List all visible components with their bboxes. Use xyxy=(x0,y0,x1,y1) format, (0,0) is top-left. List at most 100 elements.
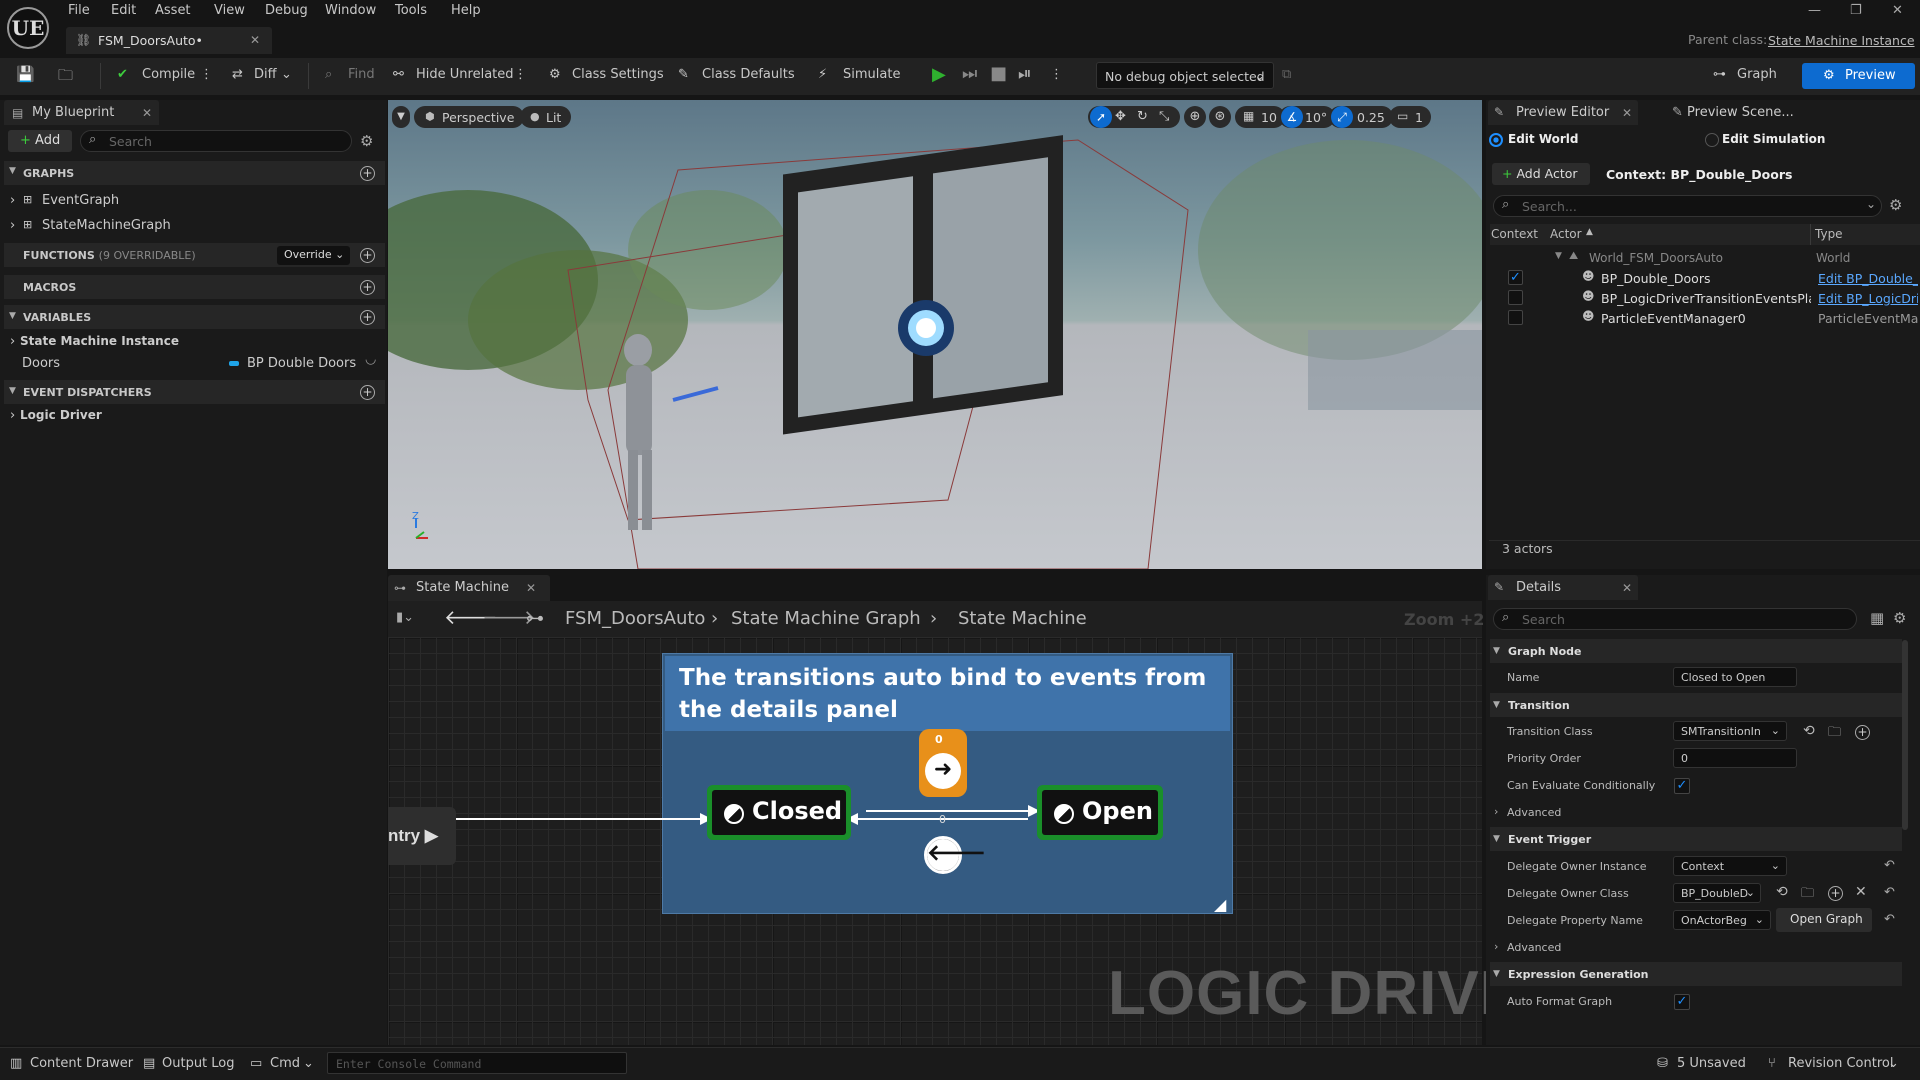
class-settings-button[interactable]: Class Settings xyxy=(572,67,664,82)
close-tab-icon[interactable]: ✕ xyxy=(526,581,536,595)
breadcrumb-graph[interactable]: State Machine Graph xyxy=(731,608,921,629)
variable-visibility-icon[interactable]: ◡ xyxy=(365,352,376,367)
clear-icon[interactable]: ✕ xyxy=(1855,884,1867,900)
debug-filter-icon[interactable]: ⧉ xyxy=(1282,67,1291,82)
rotate-tool-icon[interactable]: ↻ xyxy=(1137,109,1148,124)
output-log-button[interactable]: Output Log xyxy=(162,1056,235,1071)
graph-mode-button[interactable]: Graph xyxy=(1737,67,1777,82)
world-local-icon[interactable]: ⊕ xyxy=(1184,106,1206,128)
unsaved-button[interactable]: 5 Unsaved xyxy=(1677,1056,1746,1071)
chevron-down-icon[interactable]: ⌄ xyxy=(303,1056,314,1071)
class-defaults-button[interactable]: Class Defaults xyxy=(702,67,795,82)
details-scrollbar[interactable] xyxy=(1902,640,1908,830)
chevron-down-icon[interactable]: ⌄ xyxy=(1888,1056,1899,1071)
viewport-menu-icon[interactable]: ▼ xyxy=(392,106,410,128)
simulate-button[interactable]: Simulate xyxy=(843,67,900,82)
reset-icon[interactable]: ↶ xyxy=(1884,858,1895,873)
close-window-icon[interactable]: ✕ xyxy=(1892,3,1903,18)
edit-world-radio[interactable] xyxy=(1489,133,1503,147)
can-evaluate-checkbox[interactable]: ✓ xyxy=(1674,778,1690,794)
collapse-arrow-icon[interactable]: ▼ xyxy=(1493,969,1500,979)
delegate-owner-class-dropdown[interactable]: BP_DoubleD ⌄ xyxy=(1673,883,1761,903)
minimize-icon[interactable]: — xyxy=(1808,3,1821,18)
column-context[interactable]: Context xyxy=(1491,227,1538,241)
menu-tools[interactable]: Tools xyxy=(395,3,427,21)
close-tab-icon[interactable]: ✕ xyxy=(1622,581,1632,595)
chevron-down-icon[interactable]: ⌄ xyxy=(1866,197,1876,211)
unreal-logo-icon[interactable]: UE xyxy=(7,7,49,49)
world-row-name[interactable]: World_FSM_DoorsAuto xyxy=(1589,251,1723,265)
new-class-icon[interactable]: + xyxy=(1828,886,1843,901)
browse-icon[interactable]: 🗀 xyxy=(58,65,73,90)
column-type[interactable]: Type xyxy=(1815,227,1843,241)
graphs-section-header[interactable]: GRAPHS xyxy=(4,161,385,185)
delegate-owner-instance-dropdown[interactable]: Context ⌄ xyxy=(1673,856,1787,876)
camera-speed-button[interactable]: 1 xyxy=(1389,106,1431,128)
move-tool-icon[interactable]: ✥ xyxy=(1115,109,1126,124)
expand-arrow-icon[interactable]: › xyxy=(10,334,15,349)
actor-context-checkbox[interactable] xyxy=(1508,310,1523,325)
macros-section-header[interactable]: MACROS xyxy=(4,275,385,299)
gear-icon[interactable]: ⚙ xyxy=(1893,609,1906,627)
add-event-dispatcher-icon[interactable]: + xyxy=(360,385,375,400)
graph-node-section-header[interactable]: Graph Node xyxy=(1490,639,1902,663)
collapse-arrow-icon[interactable]: ▼ xyxy=(1493,834,1500,844)
add-macro-icon[interactable]: + xyxy=(360,280,375,295)
transition-section-header[interactable]: Transition xyxy=(1490,693,1902,717)
add-variable-icon[interactable]: + xyxy=(360,310,375,325)
compile-options-icon[interactable]: ⋮ xyxy=(200,67,213,82)
select-tool-icon[interactable]: ➚ xyxy=(1090,106,1112,128)
breadcrumb-state-machine[interactable]: State Machine xyxy=(958,608,1087,629)
variable-type[interactable]: BP Double Doors xyxy=(247,356,356,371)
auto-format-checkbox[interactable]: ✓ xyxy=(1674,994,1690,1010)
menu-view[interactable]: View xyxy=(214,3,245,21)
edit-simulation-radio[interactable] xyxy=(1705,133,1719,147)
event-dispatchers-section-header[interactable]: EVENT DISPATCHERS xyxy=(4,380,385,404)
expand-arrow-icon[interactable]: › xyxy=(10,193,15,208)
content-drawer-button[interactable]: Content Drawer xyxy=(30,1056,133,1071)
actor-context-checkbox[interactable] xyxy=(1508,290,1523,305)
browse-folder-icon[interactable]: 🗀 xyxy=(1801,884,1814,906)
play-options-icon[interactable]: ⏯ xyxy=(1018,64,1032,84)
column-actor[interactable]: Actor xyxy=(1550,227,1582,241)
add-graph-icon[interactable]: + xyxy=(360,166,375,181)
lit-button[interactable]: Lit xyxy=(520,106,572,128)
override-dropdown[interactable]: Override ⌄ xyxy=(277,246,350,265)
actor-row-name[interactable]: BP_LogicDriverTransitionEventsPlay xyxy=(1601,291,1811,306)
advanced-row[interactable]: Advanced xyxy=(1507,806,1561,819)
advanced-row[interactable]: Advanced xyxy=(1507,941,1561,954)
close-tab-icon[interactable]: ✕ xyxy=(250,33,260,47)
collapse-arrow-icon[interactable]: ▼ xyxy=(1555,251,1562,261)
details-search-input[interactable]: Search xyxy=(1493,608,1857,630)
hide-unrelated-options-icon[interactable]: ⋮ xyxy=(514,67,527,82)
table-view-icon[interactable]: ▦ xyxy=(1870,609,1884,627)
use-selected-icon[interactable]: ⟲ xyxy=(1803,723,1815,739)
scale-tool-icon[interactable]: ⤡ xyxy=(1159,109,1169,124)
open-graph-button[interactable]: Open Graph xyxy=(1776,908,1872,932)
compile-button[interactable]: Compile xyxy=(142,67,195,82)
preview-scene-tab[interactable]: ✎ Preview Scene... xyxy=(1672,105,1794,120)
entry-node[interactable]: ntry ▶ xyxy=(388,807,456,865)
menu-edit[interactable]: Edit xyxy=(111,3,136,21)
save-icon[interactable]: 💾 xyxy=(16,65,35,83)
hide-unrelated-button[interactable]: Hide Unrelated xyxy=(416,67,514,82)
add-button[interactable]: + Add xyxy=(8,130,72,152)
browse-folder-icon[interactable]: 🗀 xyxy=(1828,723,1841,745)
stop-icon[interactable]: ■ xyxy=(990,63,1007,84)
preview-viewport[interactable]: Z ▼ Perspective ⬢ Lit ● ➚ ✥ ↻ ⤡ ⊕ ⊛ 10 ▦… xyxy=(388,100,1482,569)
actor-search-input[interactable]: Search... xyxy=(1493,195,1882,217)
surface-snap-icon[interactable]: ⊛ xyxy=(1209,106,1231,128)
graph-item-statemachinegraph[interactable]: StateMachineGraph xyxy=(42,218,171,233)
new-class-icon[interactable]: + xyxy=(1855,725,1870,740)
event-trigger-section-header[interactable]: Event Trigger xyxy=(1490,827,1902,851)
expression-generation-section-header[interactable]: Expression Generation xyxy=(1490,962,1902,986)
menu-help[interactable]: Help xyxy=(451,3,481,21)
console-command-input[interactable]: Enter Console Command xyxy=(327,1052,627,1074)
actor-context-checkbox[interactable]: ✓ xyxy=(1508,270,1523,285)
gear-icon[interactable]: ⚙ xyxy=(360,132,373,150)
collapse-arrow-icon[interactable]: ▼ xyxy=(9,166,16,176)
revision-control-button[interactable]: Revision Control xyxy=(1788,1056,1893,1071)
actor-row-name[interactable]: ParticleEventManager0 xyxy=(1601,311,1746,326)
diff-button[interactable]: Diff xyxy=(254,67,277,82)
cmd-dropdown[interactable]: Cmd xyxy=(270,1056,300,1071)
